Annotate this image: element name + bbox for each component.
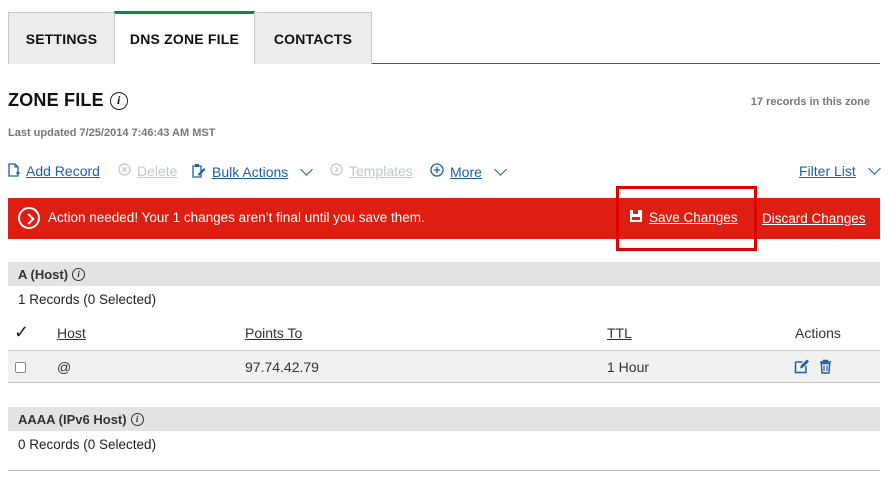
cell-points-to: 97.74.42.79 [245, 359, 319, 375]
last-updated: Last updated 7/25/2014 7:46:43 AM MST [8, 127, 216, 139]
toolbar: Add Record Delete Bulk Actions Templates… [8, 162, 881, 183]
cell-ttl: 1 Hour [607, 359, 650, 375]
bulk-actions-menu[interactable]: Bulk Actions [192, 163, 314, 181]
delete-button[interactable]: Delete [118, 163, 177, 179]
templates-circle-icon [330, 163, 343, 179]
tab-dns-zone-file-label: DNS ZONE FILE [129, 31, 240, 47]
templates-button[interactable]: Templates [330, 163, 413, 179]
records-count: 17 records in this zone [750, 96, 870, 108]
records-summary: 1 Records (0 Selected) [18, 292, 157, 307]
plus-circle-icon [430, 163, 444, 180]
tab-dns-zone-file[interactable]: DNS ZONE FILE [114, 11, 255, 64]
delete-label: Delete [137, 163, 178, 179]
section-header-a-host: A (Host) i [8, 262, 880, 286]
divider [8, 470, 880, 471]
section-title: A (Host) [18, 266, 69, 282]
bulk-actions-label: Bulk Actions [212, 164, 289, 180]
column-header-host[interactable]: Host [57, 325, 86, 341]
select-all-checkmark-icon[interactable]: ✓ [14, 322, 29, 343]
discard-changes-button[interactable]: Discard Changes [762, 211, 866, 226]
info-icon[interactable]: i [109, 91, 128, 110]
tab-contacts-label: CONTACTS [273, 30, 353, 47]
add-record-label: Add Record [26, 163, 100, 179]
delete-circle-icon [118, 163, 131, 179]
page-title: ZONE FILE i [8, 90, 128, 111]
alert-message: Action needed! Your 1 changes aren’t fin… [48, 210, 425, 225]
filter-list-label: Filter List [799, 163, 856, 179]
more-label: More [450, 163, 482, 180]
table-row: @ 97.74.42.79 1 Hour [8, 351, 880, 383]
cell-host: @ [57, 359, 72, 375]
info-icon[interactable]: i [130, 412, 144, 426]
section-header-aaaa-ipv6-host: AAAA (IPv6 Host) i [8, 407, 880, 431]
chevron-down-icon [494, 162, 507, 176]
chevron-down-icon [300, 163, 314, 176]
section-title: AAAA (IPv6 Host) [18, 411, 127, 427]
row-checkbox[interactable] [15, 362, 26, 373]
tab-settings[interactable]: SETTINGS [8, 12, 115, 64]
info-icon[interactable]: i [72, 267, 86, 281]
bulk-edit-icon [192, 163, 206, 181]
tab-contacts[interactable]: CONTACTS [254, 12, 372, 64]
edit-icon[interactable] [794, 359, 809, 378]
add-record-button[interactable]: Add Record [8, 163, 100, 179]
column-header-actions: Actions [795, 325, 841, 341]
chevron-down-icon [867, 162, 881, 175]
chevron-right-circle-icon [18, 207, 40, 229]
filter-list-menu[interactable]: Filter List [799, 162, 881, 179]
add-document-icon [8, 163, 20, 179]
page-title-text: ZONE FILE [8, 90, 104, 110]
more-menu[interactable]: More [430, 162, 507, 180]
templates-label: Templates [349, 163, 413, 179]
trash-icon[interactable] [819, 359, 832, 378]
tab-settings-label: SETTINGS [25, 30, 98, 47]
records-summary: 0 Records (0 Selected) [18, 437, 157, 452]
column-header-ttl[interactable]: TTL [607, 325, 632, 341]
column-header-points-to[interactable]: Points To [245, 325, 302, 341]
save-highlight-box [616, 186, 757, 251]
tab-bar: SETTINGS DNS ZONE FILE CONTACTS [8, 11, 880, 64]
